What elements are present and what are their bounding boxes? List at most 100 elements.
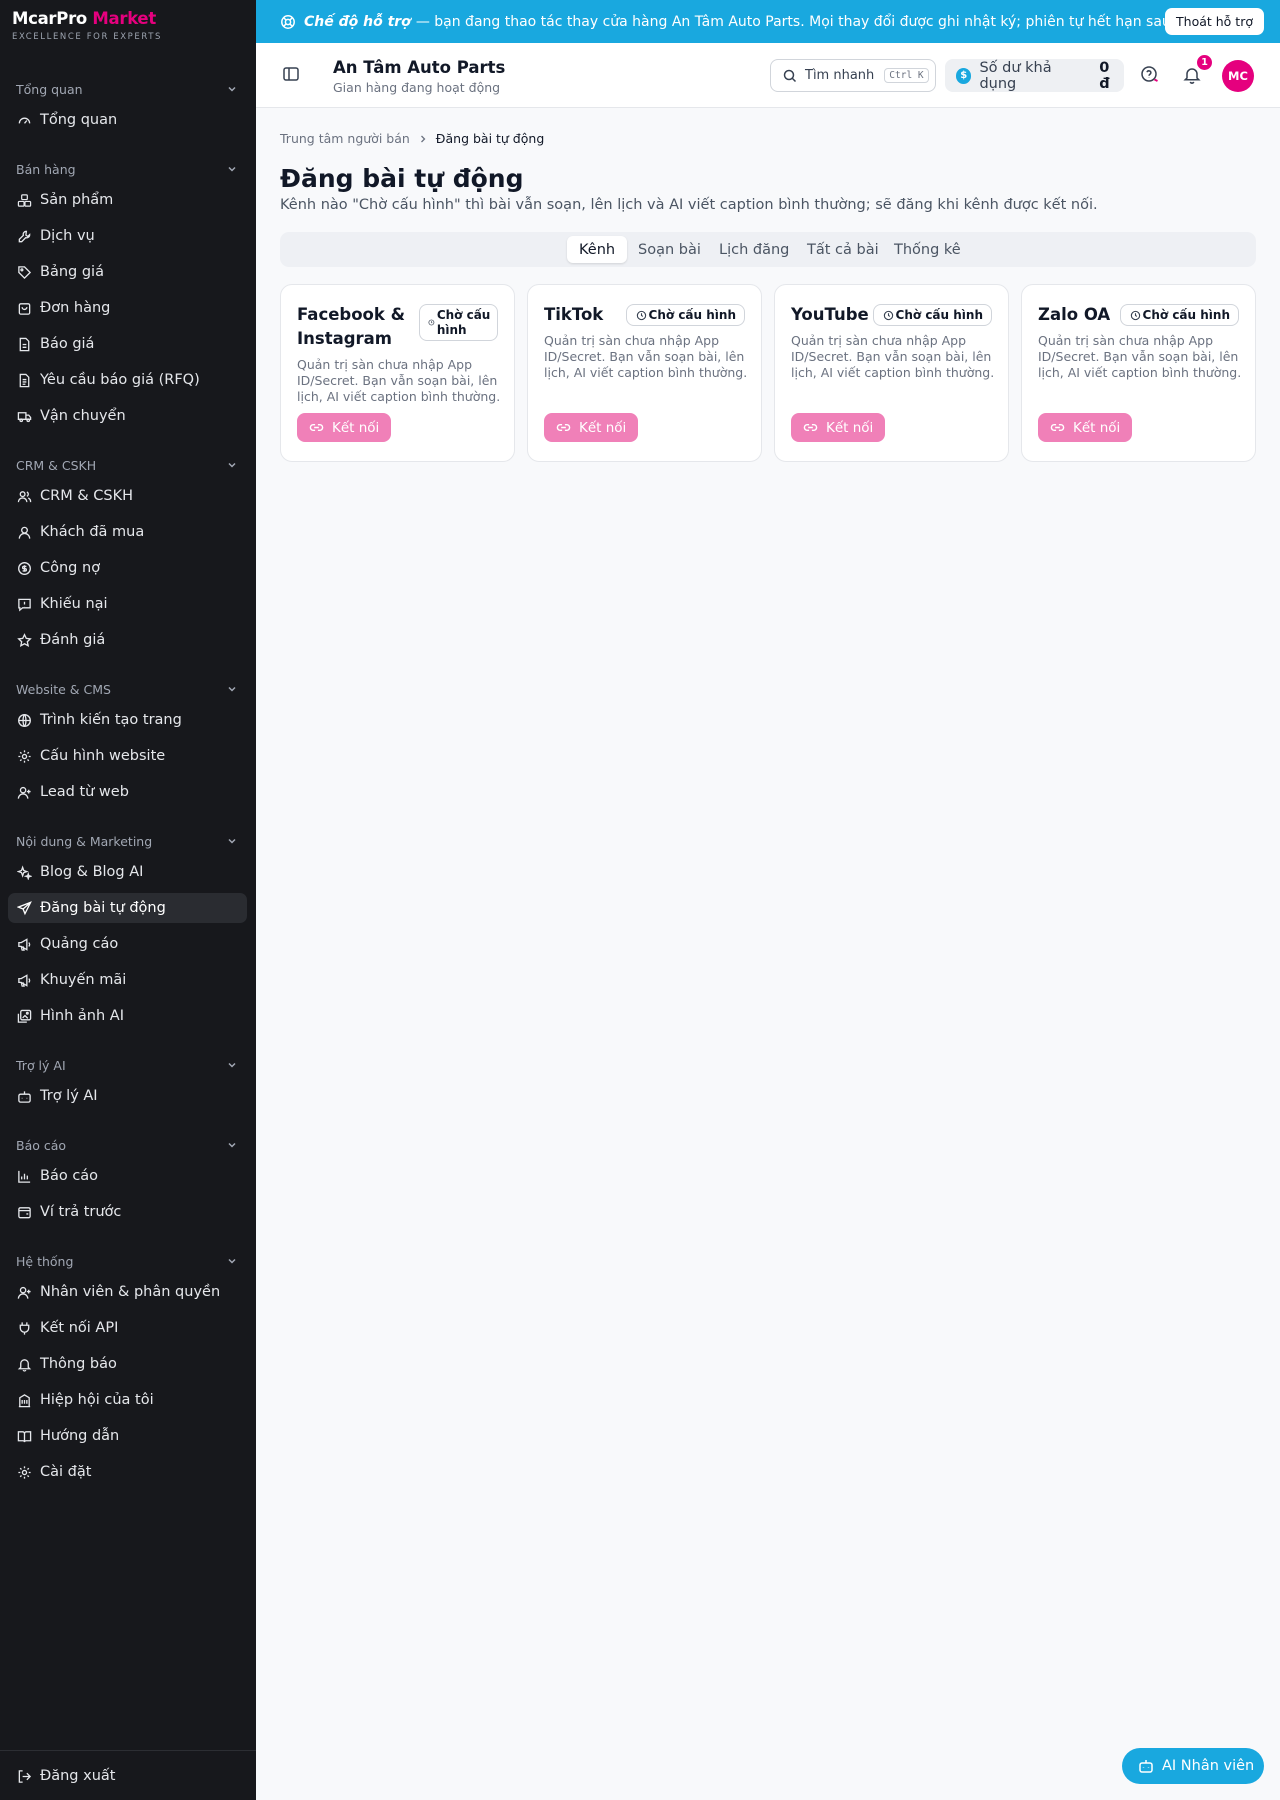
search-shortcut: Ctrl K	[884, 68, 929, 83]
sidebar-group-marketing: Nội dung & Marketing	[0, 831, 256, 851]
tab-statistics[interactable]: Thống kê	[882, 236, 973, 263]
sidebar-item-quotes[interactable]: Báo giá	[8, 329, 247, 359]
status-label: Chờ cấu hình	[1142, 308, 1230, 322]
bell-icon	[17, 1358, 32, 1372]
tag-icon	[18, 265, 32, 279]
logout-button[interactable]: Đăng xuất	[8, 1761, 247, 1791]
sidebar-item-page-builder[interactable]: Trình kiến tạo trang	[8, 705, 247, 735]
sidebar-item-prepaid-wallet[interactable]: Ví trả trước	[8, 1197, 247, 1227]
sidebar-group-ai-assistant: Trợ lý AI	[0, 1055, 256, 1075]
chart-icon	[18, 1170, 31, 1183]
support-mode-label: Chế độ hỗ trợ	[304, 13, 411, 30]
channel-card-youtube: YouTube Chờ cấu hình Quản trị sàn chưa n…	[774, 284, 1009, 462]
quick-search-button[interactable]: Tìm nhanh Ctrl K	[770, 59, 936, 92]
sidebar-group-header[interactable]: Website & CMS	[0, 679, 256, 699]
bot-icon	[1139, 1760, 1153, 1773]
sidebar-group-header[interactable]: Hệ thống	[0, 1251, 256, 1271]
star-icon	[17, 632, 32, 647]
sidebar-group-header[interactable]: Trợ lý AI	[0, 1055, 256, 1075]
help-icon[interactable]	[1140, 65, 1160, 85]
tab-schedule[interactable]: Lịch đăng	[707, 236, 801, 263]
page-title: Đăng bài tự động	[280, 164, 524, 193]
sidebar-item-overview[interactable]: Tổng quan	[8, 105, 247, 135]
connect-button[interactable]: Kết nối	[1038, 413, 1133, 442]
sidebar-item-ai-assistant[interactable]: Trợ lý AI	[8, 1081, 247, 1111]
sidebar-group-system: Hệ thống	[0, 1251, 256, 1271]
sidebar-item-guide[interactable]: Hướng dẫn	[8, 1421, 247, 1451]
channel-description: Quản trị sàn chưa nhập App ID/Secret. Bạ…	[1038, 333, 1242, 380]
sidebar-item-ads[interactable]: Quảng cáo	[8, 929, 247, 959]
sidebar-item-staff[interactable]: Nhân viên & phân quyền	[8, 1277, 247, 1307]
support-mode-text: — bạn đang thao tác thay cửa hàng An Tâm…	[415, 13, 1215, 30]
building-icon	[18, 1393, 31, 1407]
chevron-down-icon	[228, 166, 236, 172]
brand-tagline: EXCELLENCE FOR EXPERTS	[12, 32, 163, 42]
sidebar-item-price-list[interactable]: Bảng giá	[8, 257, 247, 287]
sidebar-item-orders[interactable]: Đơn hàng	[8, 293, 247, 323]
connect-button[interactable]: Kết nối	[297, 413, 392, 442]
sidebar-group-header[interactable]: Tổng quan	[0, 79, 256, 99]
balance-display[interactable]: $ Số dư khả dụng 0 đ	[945, 59, 1124, 92]
ai-staff-button[interactable]: AI Nhân viên	[1122, 1748, 1264, 1784]
channel-name: Zalo OA	[1038, 305, 1111, 324]
boxes-icon	[17, 193, 32, 207]
sidebar-item-complaints[interactable]: Khiếu nại	[8, 589, 247, 619]
sidebar-item-customers[interactable]: Khách đã mua	[8, 517, 247, 547]
channel-card-tiktok: TikTok Chờ cấu hình Quản trị sàn chưa nh…	[527, 284, 762, 462]
breadcrumb-parent[interactable]: Trung tâm người bán	[280, 131, 410, 146]
sidebar-group-header[interactable]: CRM & CSKH	[0, 455, 256, 475]
tab-channels[interactable]: Kênh	[567, 236, 628, 263]
balance-value: 0 đ	[1099, 59, 1110, 92]
sidebar-item-notifications[interactable]: Thông báo	[8, 1349, 247, 1379]
brand-logo[interactable]: McarPro Market EXCELLENCE FOR EXPERTS	[0, 0, 256, 44]
sidebar-item-reports[interactable]: Báo cáo	[8, 1161, 247, 1191]
sidebar-item-debts[interactable]: Công nợ	[8, 553, 247, 583]
chevron-down-icon	[228, 1142, 236, 1148]
channel-name: TikTok	[544, 305, 604, 324]
sidebar-item-settings[interactable]: Cài đặt	[8, 1457, 247, 1487]
sidebar-item-api[interactable]: Kết nối API	[8, 1313, 247, 1343]
channel-description: Quản trị sàn chưa nhập App ID/Secret. Bạ…	[297, 357, 501, 404]
sidebar-item-products[interactable]: Sản phẩm	[8, 185, 247, 215]
sidebar-item-ai-images[interactable]: Hình ảnh AI	[8, 1001, 247, 1031]
clock-icon	[428, 319, 435, 326]
sidebar-footer: Đăng xuất	[0, 1750, 256, 1800]
sparkles-icon	[17, 864, 32, 880]
user-avatar[interactable]: MC	[1222, 60, 1254, 92]
status-badge: Chờ cấu hình	[419, 304, 498, 341]
gear-icon	[18, 1465, 31, 1479]
sidebar-item-blog[interactable]: Blog & Blog AI	[8, 857, 247, 887]
sidebar-group-header[interactable]: Bán hàng	[0, 159, 256, 179]
page-description: Kênh nào "Chờ cấu hình" thì bài vẫn soạn…	[280, 197, 1098, 213]
sidebar-item-association[interactable]: Hiệp hội của tôi	[8, 1385, 247, 1415]
sidebar-group-reports: Báo cáo	[0, 1135, 256, 1155]
megaphone-icon	[18, 973, 31, 987]
sidebar-group-header[interactable]: Nội dung & Marketing	[0, 831, 256, 851]
connect-button[interactable]: Kết nối	[791, 413, 886, 442]
sidebar-item-web-leads[interactable]: Lead từ web	[8, 777, 247, 807]
user-icon	[18, 526, 31, 539]
sidebar-item-crm[interactable]: CRM & CSKH	[8, 481, 247, 511]
sidebar-item-auto-posting[interactable]: Đăng bài tự động	[8, 893, 247, 923]
sidebar-item-shipping[interactable]: Vận chuyển	[8, 401, 247, 431]
exit-support-button[interactable]: Thoát hỗ trợ	[1165, 8, 1264, 35]
sidebar-item-rfq[interactable]: Yêu cầu báo giá (RFQ)	[8, 365, 247, 395]
document-lines-icon	[19, 373, 30, 387]
connect-button[interactable]: Kết nối	[544, 413, 639, 442]
sidebar-item-website-config[interactable]: Cấu hình website	[8, 741, 247, 771]
users-icon	[17, 490, 32, 502]
sidebar-group-header[interactable]: Báo cáo	[0, 1135, 256, 1155]
sidebar-item-reviews[interactable]: Đánh giá	[8, 625, 247, 655]
chevron-down-icon	[228, 86, 236, 92]
status-badge: Chờ cấu hình	[625, 304, 745, 326]
store-name: An Tâm Auto Parts	[333, 58, 506, 77]
sidebar-item-services[interactable]: Dịch vụ	[8, 221, 247, 251]
tab-compose[interactable]: Soạn bài	[626, 236, 713, 263]
sidebar-item-promotions[interactable]: Khuyến mãi	[8, 965, 247, 995]
document-icon	[19, 337, 30, 351]
tab-all-posts[interactable]: Tất cả bài	[795, 236, 891, 263]
breadcrumb-current: Đăng bài tự động	[435, 131, 545, 146]
wrench-icon	[18, 230, 31, 242]
sidebar-toggle-icon[interactable]	[282, 65, 300, 83]
channel-name: YouTube	[791, 305, 869, 324]
